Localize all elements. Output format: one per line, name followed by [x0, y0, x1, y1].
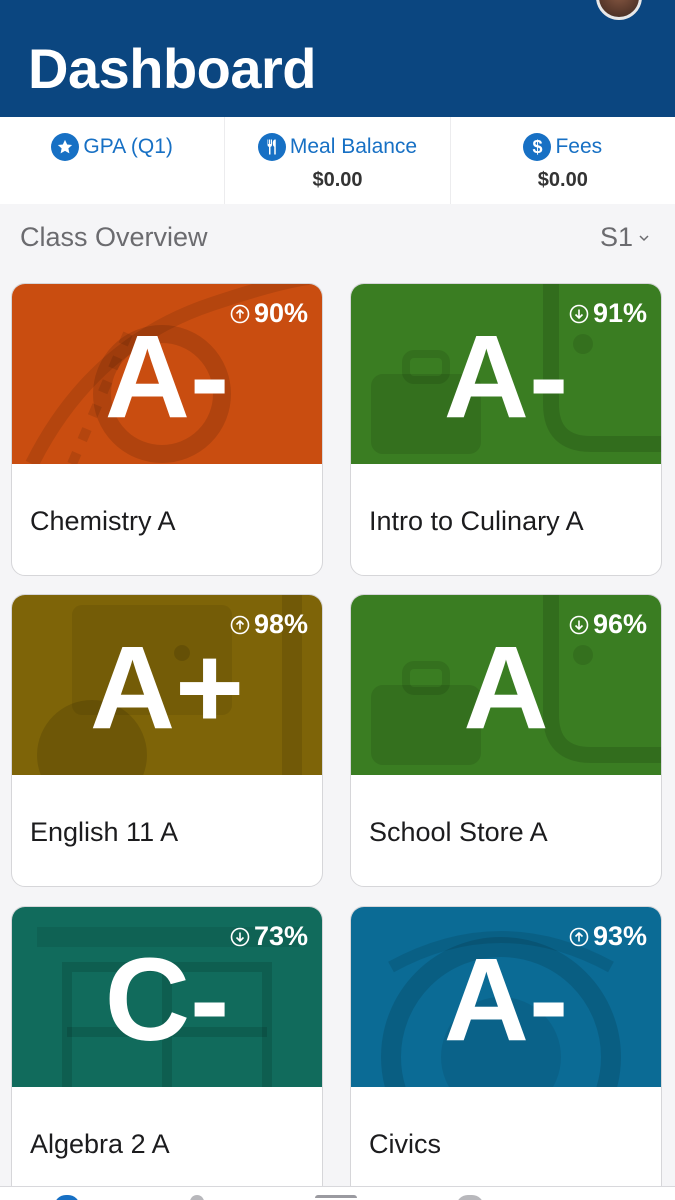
- course-name: Algebra 2 A: [30, 1129, 170, 1159]
- avatar[interactable]: [596, 0, 642, 20]
- tab-item-icon[interactable]: [190, 1195, 204, 1200]
- course-name: School Store A: [369, 817, 548, 847]
- class-card[interactable]: 91% A- Intro to Culinary A: [350, 283, 662, 576]
- summary-gpa-head: GPA (Q1): [51, 133, 173, 161]
- star-icon: [51, 133, 80, 161]
- term-value: S1: [600, 222, 634, 252]
- summary-meal-value: $0.00: [312, 169, 363, 191]
- class-card[interactable]: 73% C- Algebra 2 A: [11, 906, 323, 1199]
- card-banner: 91% A-: [351, 284, 661, 464]
- summary-gpa-label: GPA (Q1): [83, 135, 173, 158]
- summary-fees-value: $0.00: [537, 169, 588, 191]
- tab-dashboard-icon[interactable]: [54, 1195, 80, 1200]
- letter-grade: A: [463, 622, 549, 754]
- card-banner: 90% A-: [12, 284, 322, 464]
- course-name: Chemistry A: [30, 506, 176, 536]
- chevron-down-icon: [639, 234, 649, 241]
- course-name: Intro to Culinary A: [369, 506, 584, 536]
- card-banner: 93% A-: [351, 907, 661, 1087]
- letter-grade: A+: [89, 622, 245, 754]
- summary-gpa[interactable]: GPA (Q1): [0, 117, 226, 204]
- course-name: English 11 A: [30, 817, 179, 847]
- letter-grade: A-: [443, 311, 569, 443]
- summary-fees-label: Fees: [555, 135, 603, 158]
- term-dropdown[interactable]: S1: [600, 222, 649, 253]
- class-card[interactable]: 90% A- Chemistry A: [11, 283, 323, 576]
- summary-meal-label: Meal Balance: [289, 135, 418, 158]
- card-banner: 73% C-: [12, 907, 322, 1087]
- letter-grade: A-: [104, 311, 230, 443]
- class-card[interactable]: 98% A+ English 11 A: [11, 594, 323, 887]
- section-title: Class Overview: [20, 222, 208, 252]
- class-card[interactable]: 96% A School Store A: [350, 594, 662, 887]
- card-banner: 98% A+: [12, 595, 322, 775]
- course-name: Civics: [369, 1129, 441, 1159]
- letter-grade: A-: [443, 934, 569, 1066]
- summary-fees[interactable]: $ Fees $0.00: [451, 117, 675, 204]
- letter-grade: C-: [104, 934, 230, 1066]
- dollar-icon: $: [523, 133, 552, 161]
- tab-item-icon[interactable]: [315, 1195, 357, 1198]
- summary-meal-balance[interactable]: Meal Balance $0.00: [225, 117, 451, 204]
- tab-bar: [0, 1186, 675, 1200]
- page-title: Dashboard: [28, 37, 317, 100]
- card-banner: 96% A: [351, 595, 661, 775]
- utensils-icon: [257, 133, 286, 161]
- class-card[interactable]: 93% A- Civics: [350, 906, 662, 1199]
- summary-fees-head: $ Fees: [523, 133, 602, 161]
- app-header: Dashboard: [0, 0, 675, 117]
- summary-bar: GPA (Q1) Meal Balance $0.00 $ Fees $0.00: [0, 117, 675, 204]
- summary-meal-head: Meal Balance: [257, 133, 418, 161]
- tab-item-icon[interactable]: [456, 1195, 484, 1200]
